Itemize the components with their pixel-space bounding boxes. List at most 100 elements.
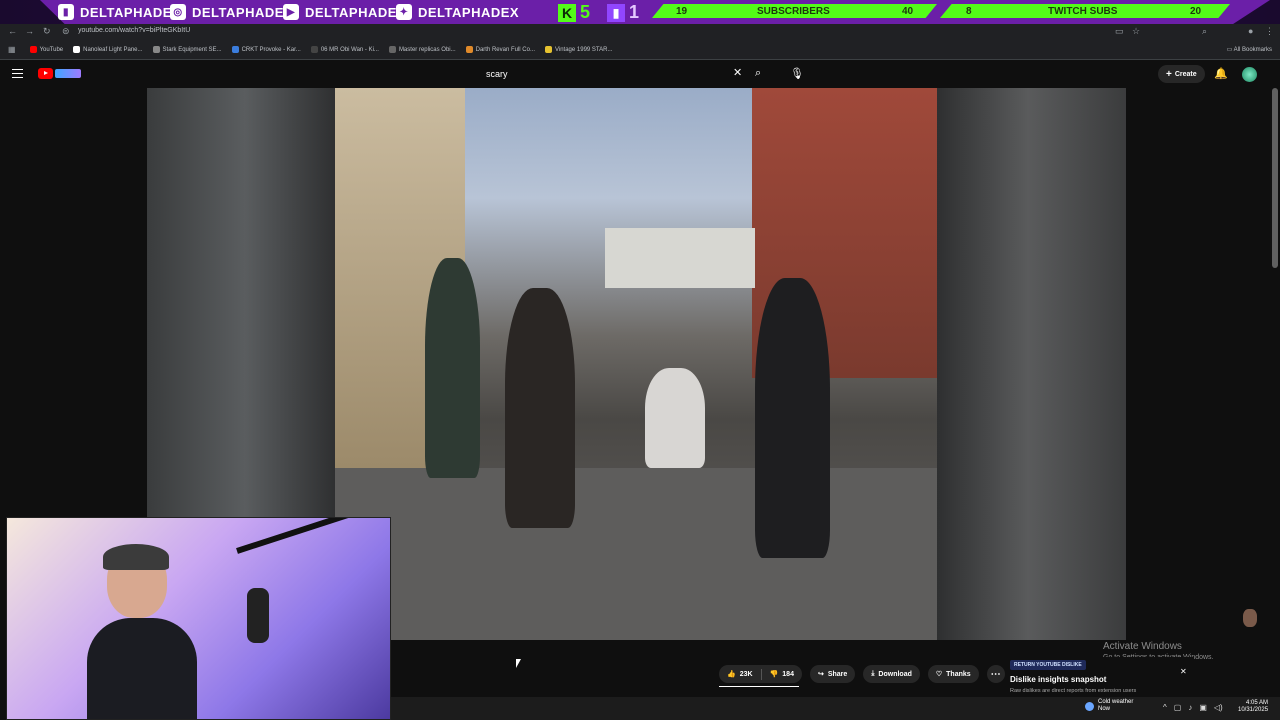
thanks-icon: ♡: [935, 671, 943, 678]
bookmark-item[interactable]: Darth Revan Full Co...: [465, 46, 535, 53]
video-scene-person-hooded: [645, 368, 705, 468]
cast-icon[interactable]: ▭: [1115, 26, 1124, 37]
twitch-subs-goal-bar: 8 TWITCH SUBS 20: [940, 4, 1230, 18]
youtube-icon: ▶: [283, 4, 299, 20]
folder-icon: ▭: [1226, 47, 1234, 53]
system-tray: ^ ▢ ♪ ▣ ◁): [1163, 703, 1223, 712]
forward-icon[interactable]: →: [25, 26, 34, 36]
like-button[interactable]: 👍 23K: [719, 670, 761, 679]
stream-overlay-banner: ▮ DELTAPHADE ◎ DELTAPHADE ▶ DELTAPHADE ✦…: [0, 0, 1280, 24]
kick-viewer-count: K 5: [558, 2, 590, 23]
ryd-popup: RETURN YOUTUBE DISLIKE ✕ Dislike insight…: [1006, 657, 1194, 697]
menu-icon[interactable]: ⋮: [1265, 26, 1274, 37]
social-instagram: ◎ DELTAPHADE: [170, 4, 284, 20]
windows-taskbar: [391, 697, 1280, 720]
microphone-icon[interactable]: 🎙: [790, 67, 804, 80]
network-icon[interactable]: ▢: [1174, 703, 1182, 712]
goal-target: 20: [1190, 5, 1202, 17]
url-text[interactable]: youtube.com/watch?v=biPlteGKbItU: [78, 27, 190, 34]
mouse-cursor: [516, 659, 521, 668]
dislike-button[interactable]: 👎 184: [762, 670, 802, 679]
youtube-logo[interactable]: [38, 68, 81, 79]
account-avatar[interactable]: [1242, 67, 1257, 82]
subscribers-goal-bar: 19 SUBSCRIBERS 40: [652, 4, 937, 18]
video-scene-person: [755, 278, 830, 558]
twitch-viewer-count: ▮ 1: [607, 2, 639, 23]
bookmark-item[interactable]: 06 MR Obi Wan - Ki...: [310, 46, 379, 53]
search-input[interactable]: scary: [478, 65, 748, 83]
clock-date: 10/31/2025: [1238, 707, 1269, 713]
weather-widget[interactable]: Cold weather Now: [1085, 699, 1133, 713]
clear-search-icon[interactable]: ✕: [733, 66, 742, 79]
browser-address-bar[interactable]: ← → ↻ ⊜ youtube.com/watch?v=biPlteGKbItU…: [0, 24, 1280, 40]
youtube-play-icon: [38, 68, 53, 79]
goal-current: 19: [676, 5, 688, 17]
close-icon[interactable]: ✕: [1180, 667, 1187, 676]
video-scene-person: [425, 258, 480, 478]
social-twitch: ▮ DELTAPHADE: [58, 4, 172, 20]
streamer-webcam: [6, 517, 391, 720]
weather-title: Cold weather: [1098, 699, 1134, 705]
search-icon[interactable]: ⌕: [755, 67, 761, 80]
goal-label: TWITCH SUBS: [1048, 5, 1118, 17]
goal-target: 40: [902, 5, 914, 17]
volume-icon[interactable]: ◁): [1214, 703, 1223, 712]
microphone-icon: [247, 588, 269, 643]
video-actions: 👍 23K 👎 184 ↪ Share ⤓ Download ♡ Thanks …: [719, 665, 1005, 683]
notifications-bell-icon[interactable]: 🔔: [1214, 67, 1228, 80]
twitch-count: 1: [629, 2, 640, 22]
video-scene-person: [505, 288, 575, 528]
reload-icon[interactable]: ↻: [43, 26, 51, 37]
bookmark-favicon: [544, 46, 552, 53]
streamer-cap: [103, 544, 169, 570]
weather-subtitle: Now: [1098, 706, 1111, 712]
chevron-up-icon[interactable]: ^: [1163, 703, 1167, 712]
streamer-body: [87, 618, 197, 719]
more-actions-icon[interactable]: ⋯: [986, 665, 1005, 683]
hamburger-menu-icon[interactable]: [12, 69, 23, 78]
bookmark-star-icon[interactable]: ☆: [1132, 26, 1140, 37]
ryd-badge: RETURN YOUTUBE DISLIKE: [1010, 660, 1086, 670]
bookmark-item[interactable]: CRKT Provoke - Kar...: [231, 46, 301, 53]
clock-time: 4:05 AM: [1246, 700, 1269, 706]
twitter-icon: ✦: [396, 4, 412, 20]
share-button[interactable]: ↪ Share: [809, 665, 856, 683]
bookmark-favicon: [465, 46, 473, 53]
kick-icon: K: [558, 3, 576, 22]
mic-boom-arm: [236, 518, 353, 554]
back-icon[interactable]: ←: [8, 26, 17, 36]
thumbs-up-icon: 👍: [727, 671, 736, 678]
share-icon: ↪: [817, 671, 824, 678]
bookmark-item[interactable]: Nanoleaf Light Pane...: [73, 46, 143, 53]
youtube-icon: [29, 46, 37, 53]
thanks-button[interactable]: ♡ Thanks: [927, 665, 979, 683]
video-frame[interactable]: [335, 88, 937, 640]
profile-icon[interactable]: ●: [1248, 26, 1253, 36]
microphone-icon[interactable]: ♪: [1188, 703, 1192, 712]
social-handle: DELTAPHADE: [192, 4, 284, 20]
like-ratio-bar: [719, 686, 799, 687]
page-scrollbar[interactable]: [1272, 88, 1278, 268]
taskbar-clock[interactable]: 4:05 AM 10/31/2025: [1238, 700, 1268, 714]
bookmarks-bar: ▦ YouTube Nanoleaf Light Pane... Stark E…: [0, 40, 1280, 60]
all-bookmarks-button[interactable]: ▭ All Bookmarks: [1227, 46, 1272, 53]
download-button[interactable]: ⤓ Download: [863, 665, 920, 683]
bookmark-item[interactable]: Stark Equipment SE...: [152, 46, 222, 53]
video-scene-street: [335, 468, 937, 640]
zoom-icon[interactable]: ⌕: [1202, 26, 1207, 37]
floating-avatar: [1243, 609, 1257, 627]
apps-grid-icon[interactable]: ▦: [8, 45, 16, 54]
like-dislike-group: 👍 23K 👎 184: [719, 665, 802, 683]
twitch-icon: ▮: [58, 4, 74, 20]
doodle-logo: [55, 69, 81, 78]
instagram-icon: ◎: [170, 4, 186, 20]
bookmark-item[interactable]: Master replicas Obi...: [388, 46, 456, 53]
bookmark-favicon: [310, 46, 318, 53]
bookmark-item[interactable]: YouTube: [29, 46, 63, 53]
bookmark-item[interactable]: Vintage 1999 STAR...: [544, 46, 612, 53]
display-icon[interactable]: ▣: [1199, 703, 1207, 712]
site-info-icon[interactable]: ⊜: [62, 26, 70, 37]
social-handle: DELTAPHADEX: [418, 4, 520, 20]
create-button[interactable]: + Create: [1158, 65, 1205, 83]
bookmark-favicon: [388, 46, 396, 53]
